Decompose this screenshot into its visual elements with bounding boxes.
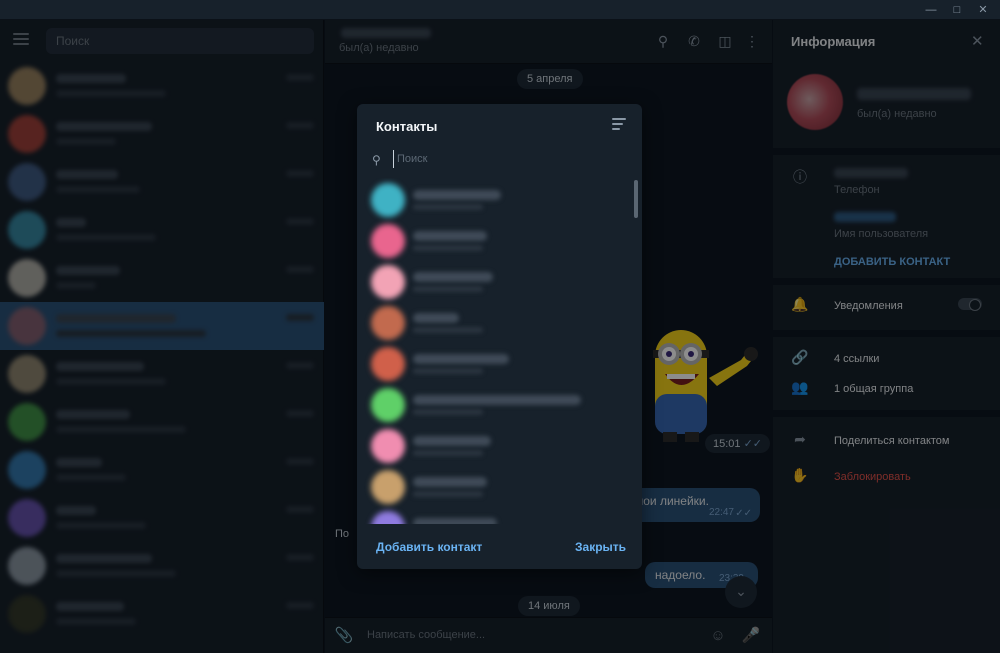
contact-name [413,395,581,405]
contact-item[interactable] [357,303,627,344]
contact-status [413,245,483,251]
contact-status [413,368,483,374]
contact-item[interactable] [357,221,627,262]
contact-status [413,409,483,415]
contact-name [413,190,501,200]
contact-item[interactable] [357,467,627,508]
contact-avatar [371,306,405,340]
contact-item[interactable] [357,426,627,467]
contact-avatar [371,429,405,463]
minimize-icon[interactable]: — [920,2,942,18]
contact-name [413,231,487,241]
contacts-search-input[interactable] [393,150,623,168]
contact-avatar [371,183,405,217]
contact-name [413,313,459,323]
scrollbar[interactable] [634,180,638,526]
contact-avatar [371,388,405,422]
dialog-title: Контакты [376,119,438,134]
contact-status [413,286,483,292]
contact-avatar [371,511,405,524]
sort-icon[interactable] [612,118,630,134]
contact-list [357,178,642,524]
contact-avatar [371,347,405,381]
contact-status [413,450,483,456]
contact-avatar [371,265,405,299]
contact-name [413,436,491,446]
contact-status [413,204,483,210]
contact-name [413,354,509,364]
search-icon: ⚲ [372,153,381,167]
contact-item[interactable] [357,508,627,524]
contact-avatar [371,224,405,258]
add-contact-button[interactable]: Добавить контакт [376,540,482,554]
window-titlebar: — □ ✕ [0,0,1000,20]
contact-item[interactable] [357,180,627,221]
close-button[interactable]: Закрыть [575,540,626,554]
contact-item[interactable] [357,385,627,426]
contacts-dialog: Контакты ⚲ Добавить контакт Закрыть [357,104,642,569]
maximize-icon[interactable]: □ [946,2,968,18]
contact-status [413,327,483,333]
contact-avatar [371,470,405,504]
scrollbar-thumb[interactable] [634,180,638,218]
dialog-footer: Добавить контакт Закрыть [357,524,642,569]
contact-item[interactable] [357,262,627,303]
contact-name [413,272,493,282]
contact-item[interactable] [357,344,627,385]
close-window-icon[interactable]: ✕ [972,2,994,18]
contact-status [413,491,483,497]
contact-name [413,477,487,487]
